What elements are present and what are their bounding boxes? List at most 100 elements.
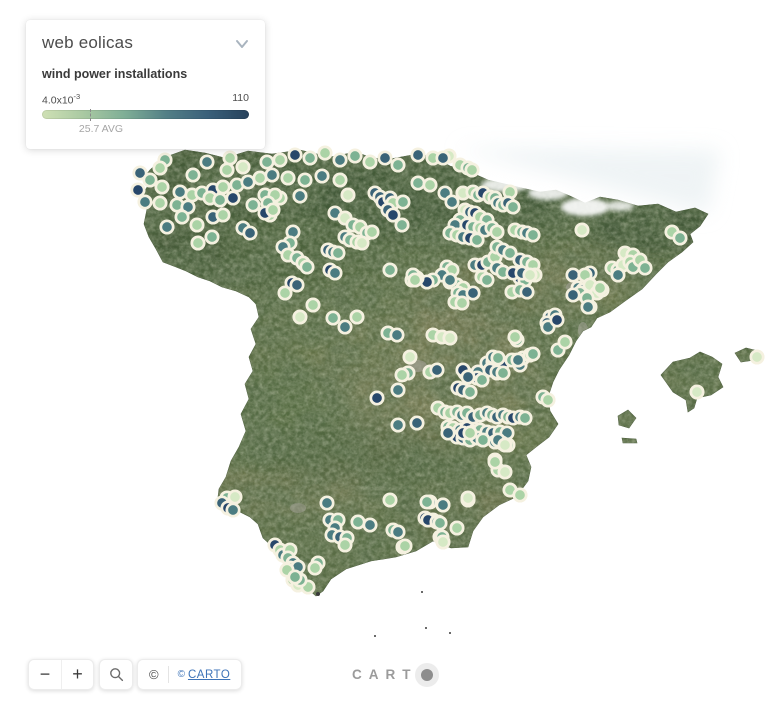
installation-dot[interactable] [390, 157, 406, 173]
installation-dot[interactable] [219, 162, 235, 178]
installation-dot[interactable] [280, 170, 296, 186]
installation-dot[interactable] [172, 184, 188, 200]
installation-dot[interactable] [390, 524, 406, 540]
installation-dot[interactable] [407, 272, 423, 288]
installation-dot[interactable] [460, 490, 476, 506]
installation-dot[interactable] [464, 162, 480, 178]
installation-dot[interactable] [432, 515, 448, 531]
installation-dot[interactable] [349, 309, 365, 325]
installation-dot[interactable] [204, 229, 220, 245]
installation-dot[interactable] [422, 177, 438, 193]
installation-dot[interactable] [390, 382, 406, 398]
installation-dot[interactable] [240, 174, 256, 190]
installation-dot[interactable] [152, 195, 168, 211]
installation-dot[interactable] [130, 182, 146, 198]
installation-dot[interactable] [389, 327, 405, 343]
installation-dot[interactable] [497, 437, 513, 453]
installation-dot[interactable] [215, 207, 231, 223]
installation-dot[interactable] [672, 230, 688, 246]
installation-dot[interactable] [410, 175, 426, 191]
installation-dot[interactable] [347, 148, 363, 164]
installation-dot[interactable] [199, 154, 215, 170]
attribution-toggle[interactable]: © [149, 667, 159, 682]
installation-dot[interactable] [154, 179, 170, 195]
installation-dot[interactable] [369, 390, 385, 406]
installation-dot[interactable] [490, 350, 506, 366]
installation-dot[interactable] [292, 309, 308, 325]
installation-dot[interactable] [474, 372, 490, 388]
installation-dot[interactable] [610, 267, 626, 283]
installation-dot[interactable] [397, 538, 413, 554]
installation-dot[interactable] [272, 152, 288, 168]
installation-dot[interactable] [362, 517, 378, 533]
installation-dot[interactable] [525, 346, 541, 362]
installation-dot[interactable] [565, 287, 581, 303]
installation-dot[interactable] [557, 334, 573, 350]
installation-dot[interactable] [435, 497, 451, 513]
installation-dot[interactable] [190, 235, 206, 251]
installation-dot[interactable] [522, 267, 538, 283]
installation-dot[interactable] [442, 330, 458, 346]
installation-dot[interactable] [475, 432, 491, 448]
installation-dot[interactable] [332, 172, 348, 188]
installation-dot[interactable] [277, 285, 293, 301]
installation-dot[interactable] [314, 168, 330, 184]
installation-dot[interactable] [259, 154, 275, 170]
installation-dot[interactable] [689, 384, 705, 400]
installation-dot[interactable] [402, 349, 418, 365]
installation-dot[interactable] [337, 537, 353, 553]
installation-dot[interactable] [142, 172, 158, 188]
installation-dot[interactable] [245, 197, 261, 213]
installation-dot[interactable] [519, 284, 535, 300]
installation-dot[interactable] [362, 154, 378, 170]
installation-dot[interactable] [305, 297, 321, 313]
installation-dot[interactable] [512, 487, 528, 503]
installation-dot[interactable] [637, 260, 653, 276]
installation-dot[interactable] [222, 150, 238, 166]
installation-dot[interactable] [440, 425, 456, 441]
installation-dot[interactable] [479, 272, 495, 288]
installation-dot[interactable] [429, 362, 445, 378]
installation-dot[interactable] [215, 179, 231, 195]
installation-dot[interactable] [185, 167, 201, 183]
installation-dot[interactable] [337, 319, 353, 335]
installation-dot[interactable] [174, 209, 190, 225]
installation-dot[interactable] [435, 150, 451, 166]
installation-dot[interactable] [409, 415, 425, 431]
installation-dot[interactable] [159, 219, 175, 235]
installation-dot[interactable] [364, 224, 380, 240]
installation-dot[interactable] [265, 202, 281, 218]
installation-dot[interactable] [442, 272, 458, 288]
installation-dot[interactable] [189, 217, 205, 233]
installation-dot[interactable] [137, 194, 153, 210]
installation-dot[interactable] [487, 454, 503, 470]
installation-dot[interactable] [289, 277, 305, 293]
installation-dot[interactable] [395, 194, 411, 210]
installation-dot[interactable] [507, 329, 523, 345]
installation-dot[interactable] [354, 235, 370, 251]
installation-dot[interactable] [449, 520, 465, 536]
installation-dot[interactable] [517, 410, 533, 426]
installation-dot[interactable] [444, 194, 460, 210]
installation-dot[interactable] [505, 199, 521, 215]
chevron-down-icon[interactable] [235, 39, 249, 49]
installation-dot[interactable] [212, 192, 228, 208]
search-button[interactable] [100, 660, 132, 689]
installation-dot[interactable] [592, 280, 608, 296]
installation-dot[interactable] [332, 152, 348, 168]
installation-dot[interactable] [377, 150, 393, 166]
installation-dot[interactable] [495, 365, 511, 381]
installation-dot[interactable] [350, 514, 366, 530]
installation-dot[interactable] [565, 267, 581, 283]
zoom-in-button[interactable]: + [61, 660, 93, 689]
installation-dot[interactable] [462, 425, 478, 441]
installation-dot[interactable] [297, 172, 313, 188]
installation-dot[interactable] [549, 312, 565, 328]
carto-attribution-link[interactable]: © CARTO [178, 669, 231, 681]
installation-dot[interactable] [540, 392, 556, 408]
installation-dot[interactable] [287, 147, 303, 163]
installation-dot[interactable] [152, 160, 168, 176]
installation-dot[interactable] [242, 225, 258, 241]
installation-dot[interactable] [317, 145, 333, 161]
installation-dot[interactable] [435, 534, 451, 550]
